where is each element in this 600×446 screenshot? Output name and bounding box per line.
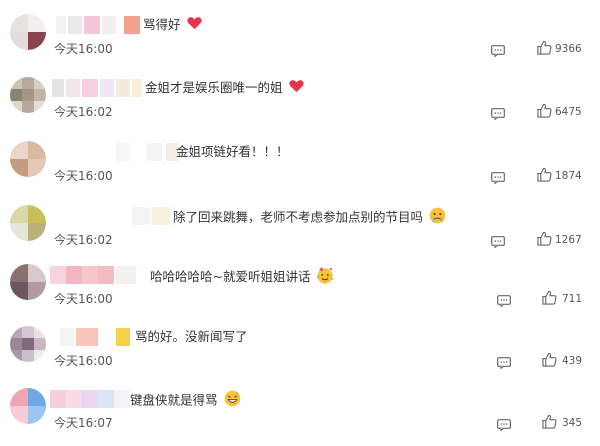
- timestamp: 今天16:02: [54, 105, 113, 119]
- comment-icon[interactable]: [497, 292, 511, 308]
- like-count: 6475: [555, 106, 582, 118]
- crying-face-emoji: [429, 207, 446, 229]
- avatar[interactable]: [10, 326, 46, 362]
- timestamp: 今天16:00: [54, 169, 113, 183]
- username[interactable]: [132, 207, 170, 225]
- comment-text: 金姐项链好看！！！: [176, 144, 289, 159]
- comment-icon[interactable]: [497, 416, 511, 432]
- grinning-sweat-emoji: [224, 390, 241, 412]
- username[interactable]: [56, 16, 140, 34]
- timestamp: 今天16:07: [54, 416, 113, 430]
- like-count: 711: [562, 293, 583, 305]
- thumbs-up-icon[interactable]: [537, 40, 552, 59]
- avatar[interactable]: [10, 205, 46, 241]
- comment-icon[interactable]: [497, 354, 511, 370]
- avatar[interactable]: [10, 14, 46, 50]
- username[interactable]: [60, 328, 130, 346]
- thumbs-up-icon[interactable]: [542, 290, 557, 309]
- comment-item: 骂的好。没新闻写了 今天16:00 439: [0, 322, 600, 384]
- comment-item: 金姐项链好看！！！ 今天16:00 1874: [0, 137, 600, 199]
- comment-item: 哈哈哈哈哈~就爱听姐姐讲话 今天16:00 711: [0, 260, 600, 322]
- comment-item: 键盘侠就是得骂 今天16:07 345: [0, 384, 600, 446]
- thumbs-up-icon[interactable]: [537, 231, 552, 250]
- avatar[interactable]: [10, 141, 46, 177]
- timestamp: 今天16:00: [54, 354, 113, 368]
- thumbs-up-icon[interactable]: [537, 103, 552, 122]
- comment-icon[interactable]: [491, 169, 505, 185]
- party-face-emoji: [316, 266, 334, 289]
- avatar[interactable]: [10, 388, 46, 424]
- like-count: 1267: [555, 234, 582, 246]
- comment-text: 除了回来跳舞，老师不考虑参加点别的节目吗: [173, 209, 424, 225]
- thumbs-up-icon[interactable]: [537, 167, 552, 186]
- thumbs-up-icon[interactable]: [542, 414, 557, 433]
- comment-text: 骂的好。没新闻写了: [135, 329, 248, 344]
- like-count: 9366: [555, 43, 582, 55]
- avatar[interactable]: [10, 77, 46, 113]
- timestamp: 今天16:02: [54, 233, 113, 247]
- heart-emoji: [288, 79, 304, 98]
- comment-text: 哈哈哈哈哈~就爱听姐姐讲话: [150, 269, 311, 284]
- username[interactable]: [116, 143, 178, 161]
- comment-text: 骂得好: [143, 17, 181, 32]
- like-count: 1874: [555, 170, 582, 182]
- comment-icon[interactable]: [491, 105, 505, 121]
- timestamp: 今天16:00: [54, 292, 113, 306]
- comment-text: 键盘侠就是得骂: [130, 392, 218, 408]
- like-count: 439: [562, 355, 583, 367]
- comment-item: 除了回来跳舞，老师不考虑参加点别的节目吗 今天16:02 1267: [0, 201, 600, 263]
- username[interactable]: [50, 266, 136, 284]
- comment-item: 金姐才是娱乐圈唯一的姐 今天16:02 6475: [0, 73, 600, 135]
- username[interactable]: [52, 79, 142, 97]
- comment-icon[interactable]: [491, 42, 505, 58]
- comment-text: 金姐才是娱乐圈唯一的姐: [145, 80, 283, 95]
- thumbs-up-icon[interactable]: [542, 352, 557, 371]
- timestamp: 今天16:00: [54, 42, 113, 56]
- username[interactable]: [50, 390, 130, 408]
- comment-icon[interactable]: [491, 233, 505, 249]
- avatar[interactable]: [10, 264, 46, 300]
- comment-item: 骂得好 今天16:00 9366: [0, 10, 600, 72]
- like-count: 345: [562, 417, 583, 429]
- heart-emoji: [186, 16, 202, 35]
